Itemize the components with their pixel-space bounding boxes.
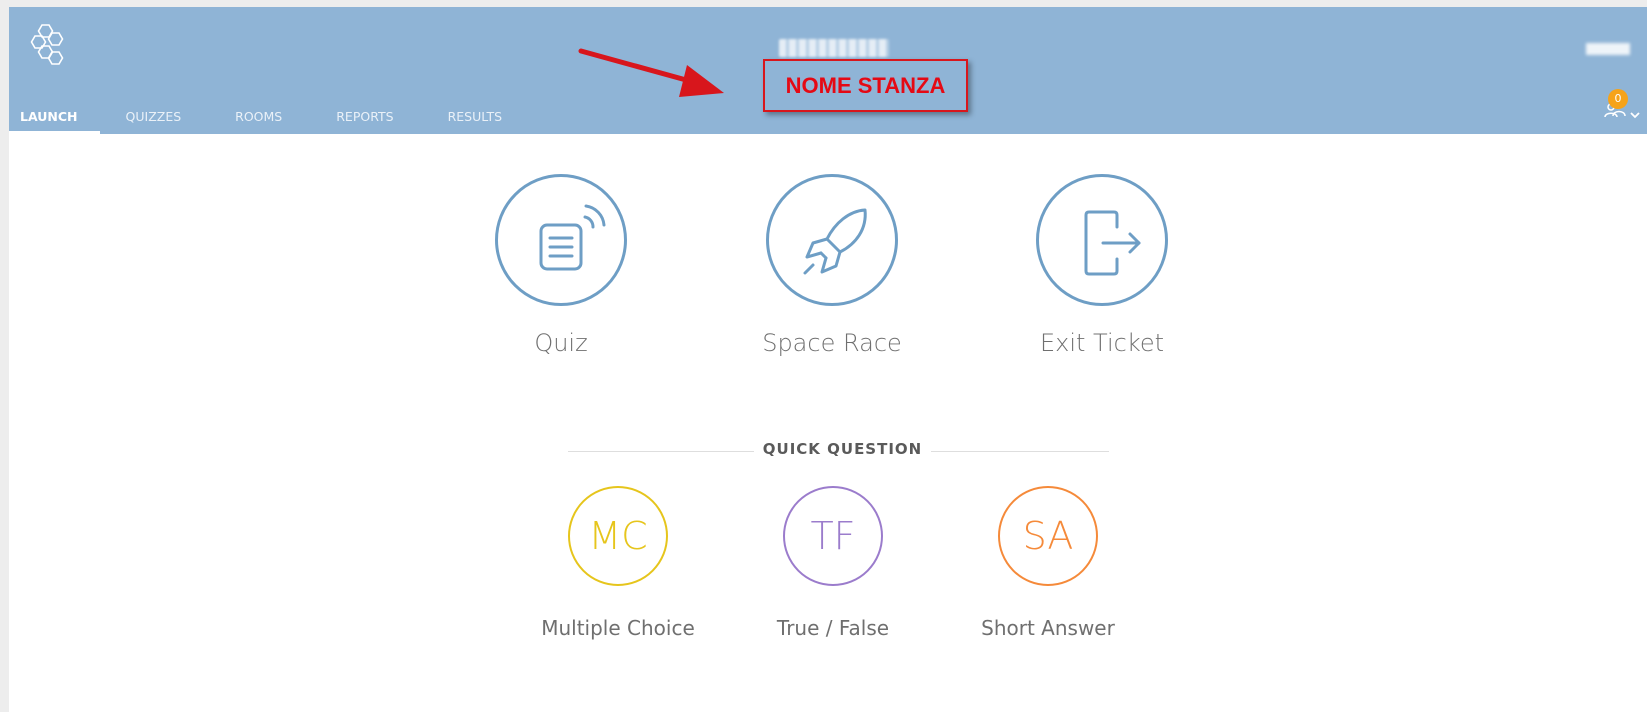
short-answer-button[interactable]: SA xyxy=(998,486,1098,586)
app-frame: LAUNCH QUIZZES ROOMS REPORTS RESULTS 0 N… xyxy=(9,7,1647,712)
exit-ticket-label: Exit Ticket xyxy=(1039,329,1165,357)
top-bar: LAUNCH QUIZZES ROOMS REPORTS RESULTS 0 N… xyxy=(9,7,1647,134)
notification-badge: 0 xyxy=(1608,89,1628,109)
space-race-button[interactable] xyxy=(766,174,898,306)
rocket-icon xyxy=(803,208,867,275)
quiz-button[interactable] xyxy=(495,174,627,306)
short-answer-label: Short Answer xyxy=(981,616,1115,640)
true-false-label: True / False xyxy=(776,616,890,640)
tab-quizzes[interactable]: QUIZZES xyxy=(115,99,193,134)
tab-results[interactable]: RESULTS xyxy=(437,99,513,134)
annotation-arrow-icon xyxy=(578,48,724,97)
space-race-label: Space Race xyxy=(762,329,902,357)
tab-rooms[interactable]: ROOMS xyxy=(224,99,293,134)
divider xyxy=(931,451,1109,452)
user-menu-redacted[interactable] xyxy=(1586,43,1630,55)
exit-icon xyxy=(1084,210,1141,276)
quiz-label: Quiz xyxy=(534,329,588,357)
room-name-redacted xyxy=(779,39,889,57)
multiple-choice-button[interactable]: MC xyxy=(568,486,668,586)
exit-ticket-button[interactable] xyxy=(1036,174,1168,306)
quiz-icon xyxy=(539,204,606,271)
main-nav: LAUNCH QUIZZES ROOMS REPORTS RESULTS xyxy=(9,99,545,134)
quick-question-title: QUICK QUESTION xyxy=(762,440,923,458)
tab-reports[interactable]: REPORTS xyxy=(325,99,404,134)
multiple-choice-label: Multiple Choice xyxy=(541,616,695,640)
divider xyxy=(568,451,754,452)
tab-launch[interactable]: LAUNCH xyxy=(9,99,100,134)
true-false-button[interactable]: TF xyxy=(783,486,883,586)
annotation-label: NOME STANZA xyxy=(763,59,968,112)
hexagon-cluster-icon[interactable] xyxy=(27,22,71,68)
